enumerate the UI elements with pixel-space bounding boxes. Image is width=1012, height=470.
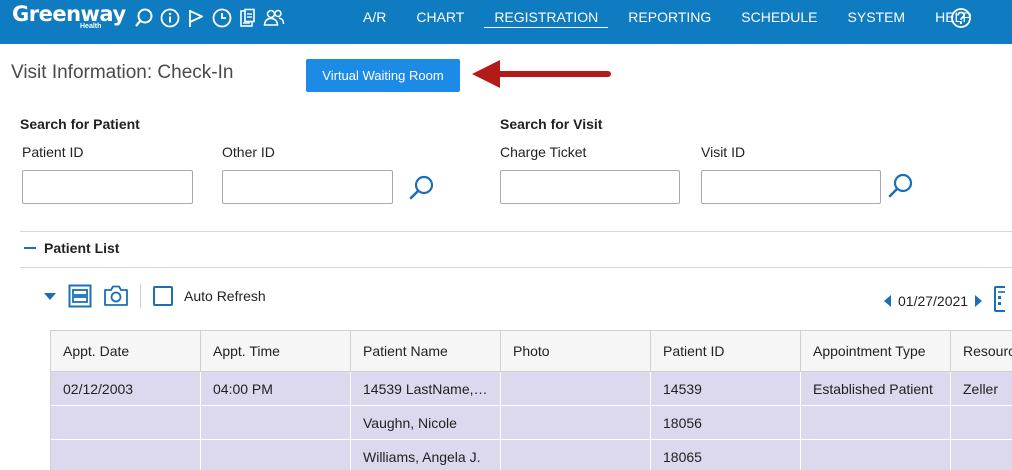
search-icon[interactable] [133, 7, 155, 29]
list-divider [20, 267, 1012, 268]
prev-date-icon[interactable] [884, 294, 891, 307]
nav-schedule[interactable]: SCHEDULE [741, 0, 817, 30]
cell-photo [501, 406, 651, 439]
cell-patient-id: 18065 [651, 440, 801, 470]
next-date-icon[interactable] [975, 294, 983, 307]
cell-appt-time: 04:00 PM [201, 372, 351, 405]
col-patient-id[interactable]: Patient ID [651, 331, 801, 371]
auto-refresh-checkbox[interactable] [153, 286, 173, 306]
red-arrow-annotation [472, 60, 611, 88]
cell-appt-time [201, 440, 351, 470]
col-appt-date[interactable]: Appt. Date [51, 331, 201, 371]
top-icon-group [133, 7, 285, 29]
cell-appointment-type: Established Patient [801, 372, 951, 405]
patient-list-title: Patient List [44, 240, 120, 256]
visit-id-field[interactable] [701, 170, 881, 204]
cell-resource: Zeller [951, 372, 1012, 405]
search-patient-heading: Search for Patient [20, 116, 140, 132]
patient-search-icon[interactable] [408, 174, 436, 202]
col-patient-name[interactable]: Patient Name [351, 331, 501, 371]
cell-appt-time [201, 406, 351, 439]
cell-appointment-type [801, 440, 951, 470]
toolbar-separator [140, 284, 141, 308]
charge-ticket-label: Charge Ticket [500, 144, 587, 160]
cell-resource [951, 406, 1012, 439]
table-row[interactable]: Williams, Angela J. 18065 [51, 440, 1012, 470]
main-nav: A/R CHART REGISTRATION REPORTING SCHEDUL… [348, 0, 987, 44]
camera-icon[interactable] [103, 284, 128, 308]
window-stack-icon[interactable] [68, 284, 92, 308]
section-divider [20, 231, 1012, 232]
patient-id-field[interactable] [22, 170, 193, 204]
logo-sub: Health [80, 23, 102, 30]
clock-icon[interactable] [211, 7, 233, 29]
list-toolbar: Auto Refresh [44, 284, 266, 308]
cell-photo [501, 372, 651, 405]
cell-appt-date [51, 406, 201, 439]
patient-grid: Appt. Date Appt. Time Patient Name Photo… [50, 330, 1012, 470]
cell-photo [501, 440, 651, 470]
nav-reporting[interactable]: REPORTING [628, 0, 711, 30]
virtual-waiting-room-button[interactable]: Virtual Waiting Room [306, 59, 460, 92]
greenway-logo[interactable]: Greenway Health [12, 1, 126, 30]
cell-appt-date: 02/12/2003 [51, 372, 201, 405]
cell-patient-name: 14539 LastName, FirstName [351, 372, 501, 405]
other-id-label: Other ID [222, 144, 275, 160]
users-icon[interactable] [263, 7, 285, 29]
question-circle-icon[interactable] [950, 7, 972, 29]
col-photo[interactable]: Photo [501, 331, 651, 371]
nav-registration[interactable]: REGISTRATION [484, 0, 609, 30]
other-id-field[interactable] [222, 170, 393, 204]
grid-header-row: Appt. Date Appt. Time Patient Name Photo… [51, 331, 1012, 372]
clipboard-icon[interactable] [237, 7, 259, 29]
table-row[interactable]: 02/12/2003 04:00 PM 14539 LastName, Firs… [51, 372, 1012, 406]
page-title: Visit Information: Check-In [11, 62, 234, 83]
cell-resource [951, 440, 1012, 470]
visit-search-icon[interactable] [887, 172, 915, 200]
cell-patient-name: Vaughn, Nicole [351, 406, 501, 439]
cell-patient-id: 14539 [651, 372, 801, 405]
cell-appt-date [51, 440, 201, 470]
logo-brand: Greenway [12, 2, 126, 26]
info-icon[interactable] [159, 7, 181, 29]
patient-id-label: Patient ID [22, 144, 84, 160]
dropdown-caret-icon[interactable] [44, 292, 56, 300]
search-visit-heading: Search for Visit [500, 116, 603, 132]
table-row[interactable]: Vaughn, Nicole 18056 [51, 406, 1012, 440]
calendar-icon[interactable] [989, 286, 1011, 315]
visit-id-label: Visit ID [701, 144, 746, 160]
cell-patient-id: 18056 [651, 406, 801, 439]
flag-icon[interactable] [185, 7, 207, 29]
nav-chart[interactable]: CHART [416, 0, 464, 30]
collapse-icon[interactable] [24, 247, 36, 249]
current-date: 01/27/2021 [898, 292, 969, 309]
col-appointment-type[interactable]: Appointment Type [801, 331, 951, 371]
top-nav-bar: Greenway Health A/R CHART REGISTRATION R… [0, 0, 1012, 44]
auto-refresh-label: Auto Refresh [184, 288, 266, 304]
col-resource[interactable]: Resource [951, 331, 1012, 371]
charge-ticket-field[interactable] [500, 170, 680, 204]
cell-patient-name: Williams, Angela J. [351, 440, 501, 470]
nav-system[interactable]: SYSTEM [848, 0, 906, 30]
cell-appointment-type [801, 406, 951, 439]
patient-list-header[interactable]: Patient List [24, 240, 119, 256]
nav-ar[interactable]: A/R [363, 0, 386, 30]
date-navigator: 01/27/2021 [884, 286, 1011, 315]
col-appt-time[interactable]: Appt. Time [201, 331, 351, 371]
